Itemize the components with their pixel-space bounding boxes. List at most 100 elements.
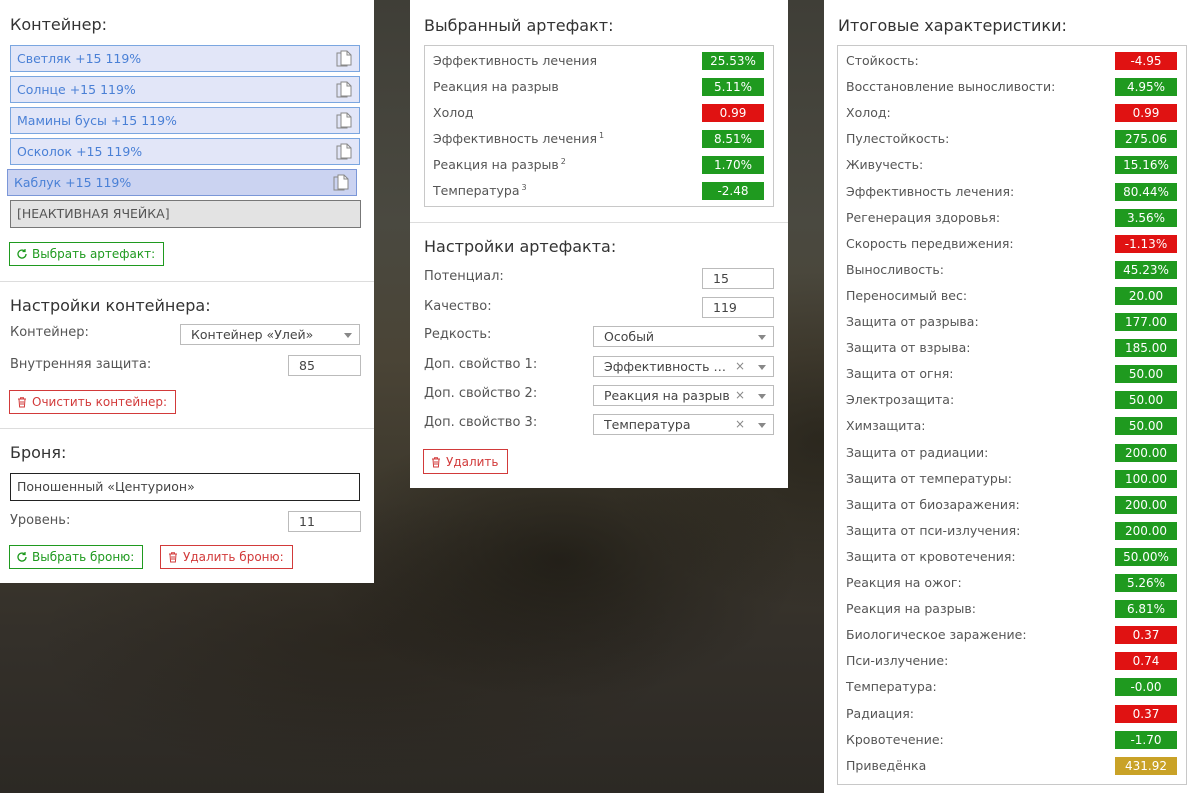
total-stat-row: Выносливость: 45.23% [838, 257, 1186, 283]
total-stat-row: Радиация: 0.37 [838, 701, 1186, 727]
stat-name: Температура 3 [433, 183, 527, 199]
total-stat-name: Биологическое заражение: [846, 627, 1027, 643]
clear-container-label: Очистить контейнер: [32, 395, 168, 409]
stat-name: Холод [433, 105, 474, 120]
rarity-select[interactable]: Особый [593, 326, 774, 347]
stat-row: Эффективность лечения 1 8.51% [425, 126, 773, 152]
extra1-select[interactable]: Эффективность лечения × [593, 356, 774, 377]
selected-artifact-title: Выбранный артефакт: [424, 16, 614, 35]
total-stat-value: -0.00 [1115, 678, 1177, 697]
clear-icon[interactable]: × [735, 357, 745, 376]
total-stat-row: Химзащита: 50.00 [838, 413, 1186, 439]
stat-sup: 2 [560, 157, 566, 166]
totals-panel: Итоговые характеристики: Стойкость: -4.95… [824, 0, 1191, 793]
total-stat-value: 20.00 [1115, 286, 1177, 305]
stat-value: 25.53% [702, 52, 764, 70]
total-stat-value: -1.70 [1115, 730, 1177, 749]
copy-icon[interactable] [336, 112, 353, 130]
armor-level-label: Уровень: [10, 513, 71, 528]
choose-artifact-label: Выбрать артефакт: [32, 247, 156, 261]
delete-armor-label: Удалить броню: [183, 550, 284, 564]
total-stat-value: 50.00% [1115, 547, 1177, 566]
total-stat-value: 275.06 [1115, 130, 1177, 149]
total-stat-row: Стойкость: -4.95 [838, 48, 1186, 74]
container-title: Контейнер: [10, 15, 108, 34]
potential-input[interactable]: 15 [702, 268, 774, 289]
total-stat-row: Защита от взрыва: 185.00 [838, 335, 1186, 361]
total-stat-value: 15.16% [1115, 156, 1177, 175]
copy-icon[interactable] [336, 143, 353, 161]
stat-name: Эффективность лечения 1 [433, 131, 605, 147]
artifact-slot-selected[interactable]: Каблук +15 119% [7, 169, 357, 196]
stat-row: Реакция на разрыв 2 1.70% [425, 152, 773, 178]
total-stat-row: Защита от кровотечения: 50.00% [838, 544, 1186, 570]
total-stat-name: Защита от радиации: [846, 444, 989, 460]
total-stat-name: Выносливость: [846, 261, 944, 277]
total-stat-value: 200.00 [1115, 443, 1177, 462]
inactive-slot[interactable]: [НЕАКТИВНАЯ ЯЧЕЙКА] [10, 200, 361, 228]
total-stat-row: Электрозащита: 50.00 [838, 387, 1186, 413]
total-stat-name: Кровотечение: [846, 731, 944, 747]
extra2-select[interactable]: Реакция на разрыв × [593, 385, 774, 406]
total-stat-row: Переносимый вес: 20.00 [838, 283, 1186, 309]
container-select-value: Контейнер «Улей» [191, 327, 314, 342]
total-stat-value: 0.37 [1115, 704, 1177, 723]
total-stat-name: Приведёнка [846, 757, 927, 773]
total-stat-name: Холод: [846, 105, 891, 121]
protection-label: Внутренняя защита: [10, 357, 152, 372]
total-stat-value: 80.44% [1115, 182, 1177, 201]
clear-container-button[interactable]: Очистить контейнер: [9, 390, 177, 414]
total-stat-name: Пулестойкость: [846, 131, 950, 147]
total-stat-value: 3.56% [1115, 208, 1177, 227]
copy-icon[interactable] [336, 50, 353, 68]
artifact-slot[interactable]: Осколок +15 119% [10, 138, 360, 165]
artifact-slot[interactable]: Светляк +15 119% [10, 45, 360, 72]
inactive-slot-label: [НЕАКТИВНАЯ ЯЧЕЙКА] [17, 206, 170, 221]
armor-level-input[interactable]: 11 [288, 511, 361, 532]
extra3-select[interactable]: Температура × [593, 414, 774, 435]
copy-icon[interactable] [333, 174, 350, 192]
refresh-icon [17, 552, 27, 562]
refresh-icon [17, 249, 27, 259]
artifact-slot-label: Мамины бусы +15 119% [17, 113, 177, 128]
total-stat-row: Холод: 0.99 [838, 100, 1186, 126]
totals-stats-box: Стойкость: -4.95 Восстановление выносливос… [837, 45, 1187, 785]
total-stat-row: Скорость передвижения: -1.13% [838, 231, 1186, 257]
choose-armor-button[interactable]: Выбрать броню: [9, 545, 144, 569]
protection-input[interactable]: 85 [288, 355, 361, 376]
total-stat-value: 6.81% [1115, 600, 1177, 619]
totals-title: Итоговые характеристики: [838, 16, 1067, 35]
stat-name: Реакция на разрыв [433, 79, 559, 94]
stat-value: 5.11% [702, 78, 764, 96]
total-stat-name: Реакция на разрыв: [846, 601, 976, 617]
delete-artifact-button[interactable]: Удалить [423, 449, 508, 474]
delete-armor-button[interactable]: Удалить броню: [160, 545, 293, 569]
total-stat-value: 431.92 [1115, 756, 1177, 775]
total-stat-name: Защита от кровотечения: [846, 548, 1016, 564]
total-stat-value: -1.13% [1115, 234, 1177, 253]
quality-input[interactable]: 119 [702, 297, 774, 318]
artifact-slot[interactable]: Солнце +15 119% [10, 76, 360, 103]
armor-name-field[interactable]: Поношенный «Центурион» [10, 473, 360, 501]
container-settings-title: Настройки контейнера: [10, 296, 211, 315]
stat-value: 8.51% [702, 130, 764, 148]
total-stat-row: Защита от температуры: 100.00 [838, 466, 1186, 492]
stat-name: Реакция на разрыв 2 [433, 157, 566, 173]
stat-name: Эффективность лечения [433, 53, 598, 68]
trash-icon [18, 397, 26, 408]
container-select[interactable]: Контейнер «Улей» [180, 324, 360, 345]
container-panel: Контейнер: Светляк +15 119% Солнце +15 1… [0, 0, 374, 583]
total-stat-value: 5.26% [1115, 574, 1177, 592]
divider [0, 428, 374, 429]
total-stat-row: Температура: -0.00 [838, 674, 1186, 700]
selected-stats-box: Эффективность лечения 25.53% Реакция на … [424, 45, 774, 207]
artifact-slot[interactable]: Мамины бусы +15 119% [10, 107, 360, 134]
trash-icon [169, 552, 177, 563]
copy-icon[interactable] [336, 81, 353, 99]
choose-artifact-button[interactable]: Выбрать артефакт: [9, 242, 165, 266]
choose-armor-label: Выбрать броню: [32, 550, 135, 564]
total-stat-value: 200.00 [1115, 521, 1177, 540]
trash-icon [432, 456, 440, 467]
clear-icon[interactable]: × [735, 415, 745, 434]
clear-icon[interactable]: × [735, 386, 745, 405]
